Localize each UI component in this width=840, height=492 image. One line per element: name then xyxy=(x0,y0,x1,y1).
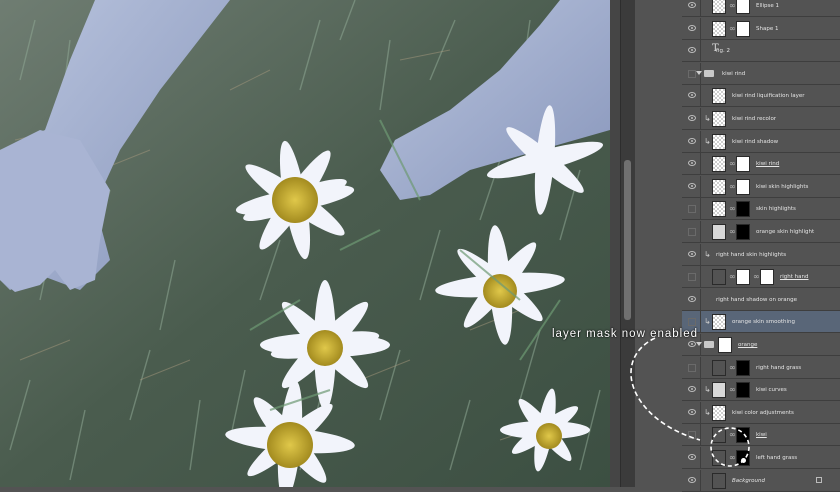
annotation-label: layer mask now enabled xyxy=(552,328,699,340)
annotation-arrow xyxy=(630,337,750,467)
